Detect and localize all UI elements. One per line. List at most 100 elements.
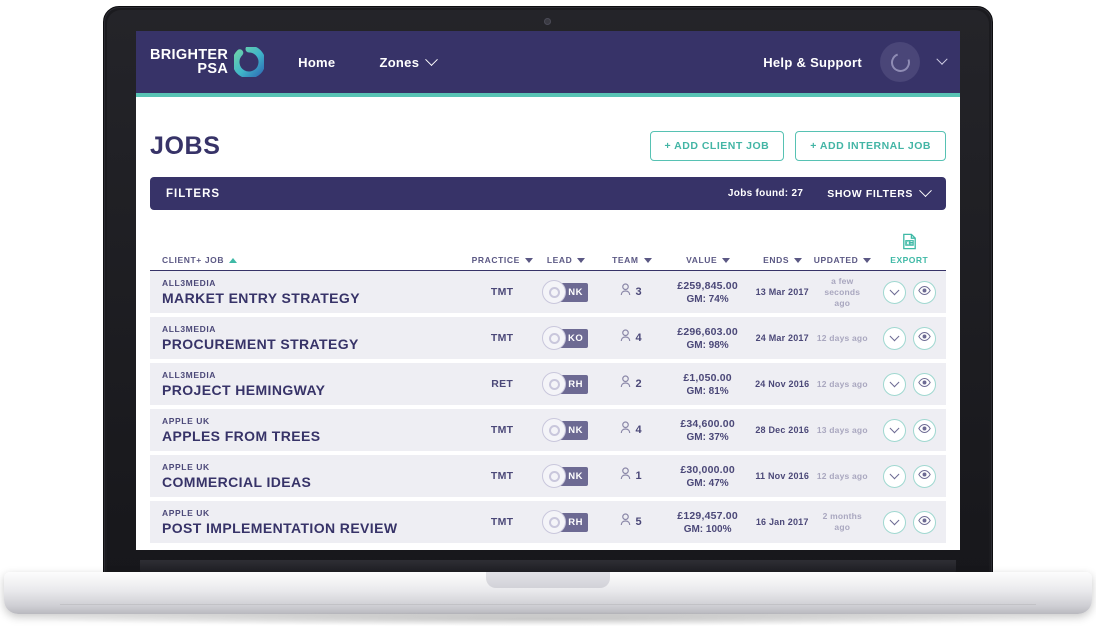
value-amount: £259,845.00 [677, 279, 738, 292]
eye-icon [917, 375, 931, 393]
table-row[interactable]: ALL3MEDIA MARKET ENTRY STRATEGY TMT NK 3… [150, 271, 946, 317]
value-cell: £129,457.00 GM: 100% [663, 510, 752, 535]
table-row[interactable]: ALL3MEDIA PROJECT HEMINGWAY RET RH 2 £1,… [150, 363, 946, 409]
laptop-drop-shadow [30, 612, 1066, 626]
nav-item-zones[interactable]: Zones [379, 52, 439, 70]
value-cell: £1,050.00 GM: 81% [663, 372, 752, 397]
team-count: 1 [635, 470, 642, 482]
lead-cell[interactable]: KO [531, 326, 599, 350]
column-header-ends[interactable]: ENDS [753, 255, 813, 265]
table-row[interactable]: ALL3MEDIA PROCUREMENT STRATEGY TMT KO 4 … [150, 317, 946, 363]
nav-item-home[interactable]: Home [298, 55, 335, 70]
updated-relative-time: 12 days ago [816, 332, 868, 343]
team-cell: 5 [599, 513, 663, 531]
lead-cell[interactable]: NK [531, 464, 599, 488]
client-name: ALL3MEDIA [162, 324, 217, 334]
gross-margin: GM: 37% [686, 431, 729, 443]
updated-relative-time: 13 days ago [816, 424, 868, 435]
column-header-practice[interactable]: PRACTICE [472, 255, 533, 265]
updated-relative-time: 12 days ago [816, 470, 868, 481]
chevron-down-icon [889, 330, 900, 341]
expand-row-button[interactable] [882, 372, 906, 396]
export-label: EXPORT [890, 255, 929, 265]
show-filters-toggle[interactable]: SHOW FILTERS [827, 184, 932, 200]
team-cell: 3 [599, 283, 663, 301]
practice-cell: TMT [473, 424, 531, 436]
job-name: PROCUREMENT STRATEGY [162, 336, 359, 352]
job-name: MARKET ENTRY STRATEGY [162, 290, 360, 306]
expand-row-button[interactable] [882, 326, 906, 350]
column-header-updated[interactable]: UPDATED [813, 255, 873, 265]
view-job-button[interactable] [912, 372, 936, 396]
practice-cell: TMT [473, 332, 531, 344]
chevron-down-icon [425, 52, 439, 66]
ends-cell: 24 Nov 2016 [752, 379, 812, 389]
chevron-down-icon [889, 514, 900, 525]
table-row[interactable]: APPLE UK POST IMPLEMENTATION REVIEW TMT … [150, 501, 946, 547]
export-button[interactable]: EXPORT [873, 232, 946, 265]
jobs-table: CLIENT+ JOB PRACTICE LEAD TEAM VALUE END… [150, 232, 946, 547]
team-count: 2 [635, 378, 642, 390]
column-header-client-job[interactable]: CLIENT+ JOB [150, 255, 472, 265]
gross-margin: GM: 74% [686, 293, 729, 305]
team-person-icon [620, 329, 631, 347]
value-cell: £34,600.00 GM: 37% [663, 418, 752, 443]
gross-margin: GM: 100% [683, 523, 732, 535]
column-header-value-label: VALUE [686, 255, 718, 265]
expand-row-button[interactable] [882, 418, 906, 442]
team-count: 4 [635, 424, 642, 436]
view-job-button[interactable] [912, 326, 936, 350]
expand-row-button[interactable] [882, 510, 906, 534]
account-chevron-down-icon[interactable] [936, 53, 948, 65]
lead-cell[interactable]: NK [531, 280, 599, 304]
page-title: JOBS [150, 131, 221, 160]
table-row[interactable]: APPLE UK COMMERCIAL IDEAS TMT NK 1 £30,0… [150, 455, 946, 501]
brand-logo-link[interactable]: BRIGHTER PSA [150, 45, 266, 79]
view-job-button[interactable] [912, 464, 936, 488]
expand-row-button[interactable] [882, 464, 906, 488]
laptop-mockup-scene: BRIGHTER PSA Home Zones Help & Support J… [0, 0, 1096, 644]
table-row[interactable]: APPLE UK APPLES FROM TREES TMT NK 4 £34,… [150, 409, 946, 455]
ends-date: 28 Dec 2016 [755, 425, 810, 435]
laptop-base-notch [486, 572, 610, 588]
lead-cell[interactable]: NK [531, 418, 599, 442]
view-job-button[interactable] [912, 510, 936, 534]
filters-bar-right: Jobs found: 27 SHOW FILTERS [727, 184, 932, 200]
updated-cell: 12 days ago [812, 379, 872, 390]
view-job-button[interactable] [912, 418, 936, 442]
team-cell: 4 [599, 421, 663, 439]
row-actions-cell [872, 464, 946, 488]
job-name: COMMERCIAL IDEAS [162, 474, 312, 490]
team-cell: 1 [599, 467, 663, 485]
chevron-down-icon [794, 257, 803, 263]
lead-chip: NK [542, 464, 588, 488]
table-header-row: CLIENT+ JOB PRACTICE LEAD TEAM VALUE END… [150, 232, 946, 271]
value-amount: £30,000.00 [680, 463, 735, 476]
add-client-job-button[interactable]: + ADD CLIENT JOB [649, 131, 785, 161]
ends-cell: 28 Dec 2016 [752, 425, 812, 435]
expand-row-button[interactable] [882, 280, 906, 304]
chevron-down-icon [643, 257, 652, 263]
lead-cell[interactable]: RH [531, 372, 599, 396]
row-actions-cell [872, 510, 946, 534]
eye-icon [917, 283, 931, 301]
user-avatar-icon[interactable] [880, 42, 920, 82]
lead-cell[interactable]: RH [531, 510, 599, 534]
help-and-support-link[interactable]: Help & Support [763, 55, 862, 70]
column-header-value[interactable]: VALUE [664, 255, 753, 265]
column-header-team[interactable]: TEAM [600, 255, 664, 265]
practice-cell: TMT [473, 470, 531, 482]
practice-value: TMT [490, 470, 514, 482]
team-person-icon [620, 467, 631, 485]
view-job-button[interactable] [912, 280, 936, 304]
job-name: APPLES FROM TREES [162, 428, 321, 444]
add-internal-job-button[interactable]: + ADD INTERNAL JOB [795, 131, 946, 161]
updated-cell: 12 days ago [812, 333, 872, 344]
jobs-found-count: Jobs found: 27 [727, 188, 804, 199]
eye-icon [917, 513, 931, 531]
lead-chip: NK [542, 280, 588, 304]
column-header-lead[interactable]: LEAD [532, 255, 600, 265]
practice-cell: RET [473, 378, 531, 390]
job-cell: ALL3MEDIA MARKET ENTRY STRATEGY [150, 278, 473, 306]
updated-cell: 13 days ago [812, 425, 872, 436]
